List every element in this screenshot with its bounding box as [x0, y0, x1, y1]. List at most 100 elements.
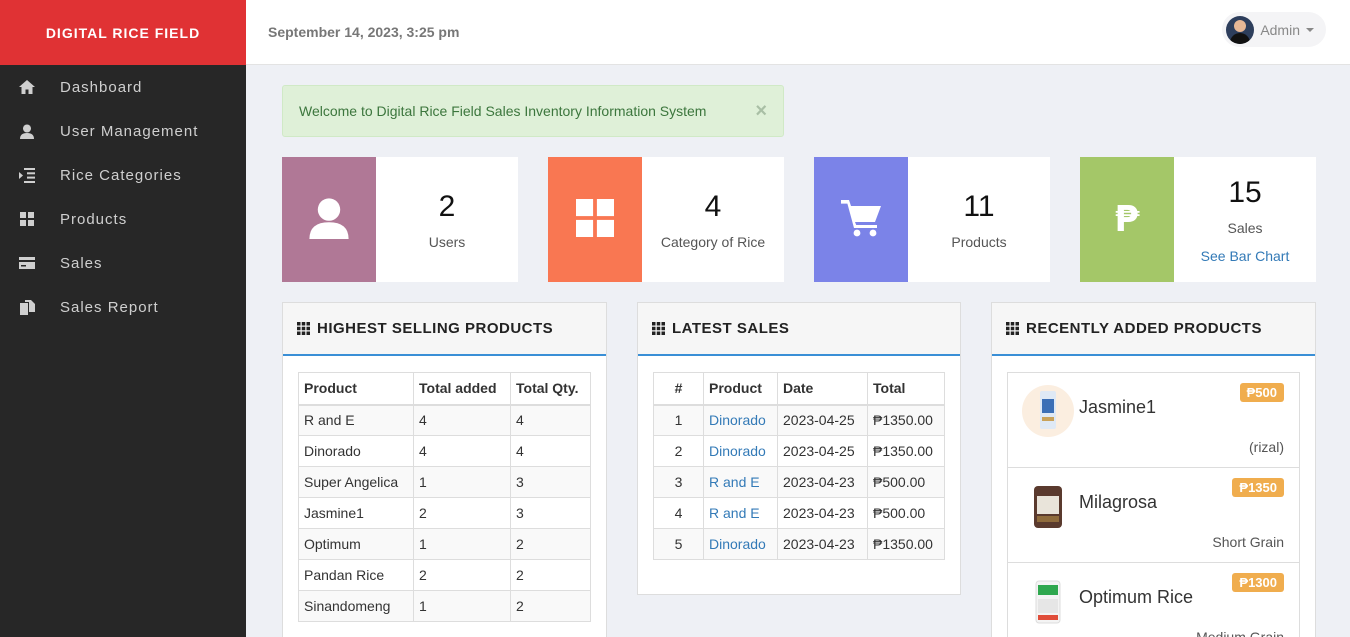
column-header: Date	[777, 372, 868, 406]
highest-selling-panel: HIGHEST SELLING PRODUCTS Product Total a…	[282, 302, 607, 637]
sidebar-item-user-management[interactable]: User Management	[0, 109, 246, 153]
cell-product: Sinandomeng	[298, 590, 414, 622]
table-row: Sinandomeng 1 2	[298, 590, 591, 622]
list-item[interactable]: Milagrosa ₱1350 Short Grain	[1008, 468, 1299, 563]
sidebar-item-products[interactable]: Products	[0, 197, 246, 241]
list-item[interactable]: Optimum Rice ₱1300 Medium Grain	[1008, 563, 1299, 637]
column-header: Product	[298, 372, 414, 406]
column-header: Total added	[413, 372, 511, 406]
user-icon	[308, 197, 350, 242]
cell-product: Pandan Rice	[298, 559, 414, 591]
stat-card-categories: 4 Category of Rice	[548, 157, 784, 282]
product-link[interactable]: Dinorado	[703, 435, 778, 467]
stat-label-users: Users	[428, 233, 466, 250]
sidebar-item-sales-report[interactable]: Sales Report	[0, 285, 246, 329]
latest-sales-table: # Product Date Total 1 Dinorado 2023-04-25…	[653, 372, 945, 560]
product-name: Milagrosa	[1079, 492, 1158, 512]
stat-card-users: 2 Users	[282, 157, 518, 282]
cell-date: 2023-04-23	[777, 497, 868, 529]
table-row: 1 Dinorado 2023-04-25 ₱1350.00	[653, 404, 945, 436]
cell-total-qty: 2	[510, 590, 591, 622]
column-header: Total Qty.	[510, 372, 591, 406]
th-icon	[297, 322, 310, 335]
cell-total-added: 4	[413, 404, 511, 436]
current-datetime: September 14, 2023, 3:25 pm	[268, 24, 460, 40]
sidebar-item-sales[interactable]: Sales	[0, 241, 246, 285]
table-row: 2 Dinorado 2023-04-25 ₱1350.00	[653, 435, 945, 467]
stat-card-products: 11 Products	[814, 157, 1050, 282]
th-icon	[652, 322, 665, 335]
cell-total-qty: 2	[510, 559, 591, 591]
credit-card-icon	[18, 254, 36, 272]
cell-total-added: 1	[413, 466, 511, 498]
product-link[interactable]: Dinorado	[703, 528, 778, 560]
stat-icon-box: ₱	[1080, 157, 1174, 282]
user-name: Admin	[1260, 21, 1300, 38]
product-category: (rizal)	[1249, 439, 1284, 455]
price-badge: ₱500	[1239, 383, 1284, 402]
stat-value-products: 11	[963, 189, 995, 223]
table-row: 4R and E 2023-04-23 ₱500.00	[653, 497, 945, 529]
th-icon	[1006, 322, 1019, 335]
th-large-icon	[18, 210, 36, 228]
th-large-icon	[576, 199, 614, 240]
price-badge: ₱1300	[1232, 573, 1284, 592]
product-link[interactable]: R and E	[703, 466, 778, 498]
price-badge: ₱1350	[1232, 478, 1284, 497]
welcome-alert: Welcome to Digital Rice Field Sales Inve…	[282, 85, 784, 137]
table-row: Pandan Rice 2 2	[298, 559, 591, 591]
cell-total: ₱1350.00	[867, 528, 945, 560]
sidebar: Dashboard User Management Rice Categorie…	[0, 65, 246, 637]
home-icon	[18, 78, 36, 96]
cell-total: ₱1350.00	[867, 435, 945, 467]
cell-total: ₱500.00	[867, 466, 945, 498]
product-category: Medium Grain	[1196, 629, 1284, 637]
product-link[interactable]: R and E	[703, 497, 778, 529]
latest-sales-panel: LATEST SALES # Product Date Total 1 Dinor…	[637, 302, 961, 595]
product-name: Jasmine1	[1079, 397, 1157, 417]
cell-index: 2	[653, 435, 704, 467]
table-row: Jasmine1 2 3	[298, 497, 591, 529]
cell-total-qty: 4	[510, 404, 591, 436]
cell-total-added: 2	[413, 559, 511, 591]
column-header: Product	[703, 372, 778, 406]
sidebar-item-label: Sales Report	[60, 298, 159, 316]
cell-product: Jasmine1	[298, 497, 414, 529]
cell-index: 4	[653, 497, 704, 529]
cell-total: ₱1350.00	[867, 404, 945, 436]
product-thumbnail	[1022, 575, 1074, 627]
close-icon[interactable]: ×	[755, 100, 767, 123]
cell-date: 2023-04-25	[777, 404, 868, 436]
cell-date: 2023-04-25	[777, 435, 868, 467]
table-row: R and E44	[298, 404, 591, 436]
user-menu-dropdown[interactable]: Admin	[1222, 12, 1326, 47]
list-item[interactable]: Jasmine1 ₱500 (rizal)	[1008, 373, 1299, 468]
highest-selling-table: Product Total added Total Qty. R and E44…	[298, 372, 591, 622]
see-bar-chart-link[interactable]: See Bar Chart	[1201, 248, 1290, 264]
shopping-cart-icon	[841, 198, 881, 241]
alert-message: Welcome to Digital Rice Field Sales Inve…	[299, 103, 707, 119]
brand-logo[interactable]: DIGITAL RICE FIELD	[0, 0, 246, 65]
cell-index: 3	[653, 466, 704, 498]
stat-label-products: Products	[951, 233, 1007, 250]
sidebar-item-label: Products	[60, 210, 128, 228]
table-row: Optimum 1 2	[298, 528, 591, 560]
stat-label-sales: Sales	[1227, 219, 1263, 236]
cell-total-added: 1	[413, 528, 511, 560]
cell-total: ₱500.00	[867, 497, 945, 529]
stat-value-users: 2	[438, 189, 456, 223]
caret-down-icon	[1306, 27, 1314, 32]
product-link[interactable]: Dinorado	[703, 404, 778, 436]
product-thumbnail	[1022, 480, 1074, 532]
sidebar-item-label: User Management	[60, 122, 199, 140]
cell-total-added: 2	[413, 497, 511, 529]
cell-total-qty: 3	[510, 497, 591, 529]
cell-date: 2023-04-23	[777, 528, 868, 560]
cell-total-added: 1	[413, 590, 511, 622]
panel-title: LATEST SALES	[672, 320, 790, 337]
sidebar-item-rice-categories[interactable]: Rice Categories	[0, 153, 246, 197]
sidebar-item-dashboard[interactable]: Dashboard	[0, 65, 246, 109]
cell-index: 5	[653, 528, 704, 560]
cell-index: 1	[653, 404, 704, 436]
sidebar-item-label: Dashboard	[60, 78, 143, 96]
